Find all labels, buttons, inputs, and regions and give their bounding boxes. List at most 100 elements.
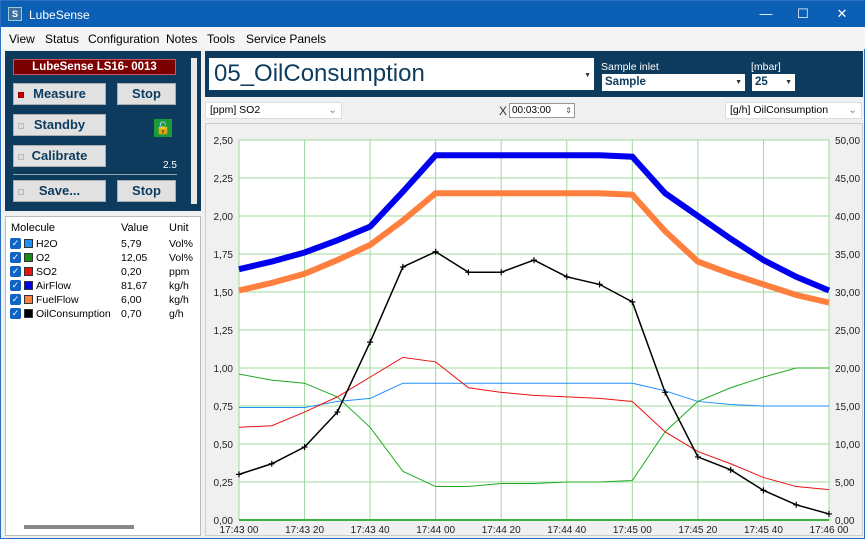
molecule-value: 0,70 <box>121 308 142 320</box>
column-header-unit[interactable]: Unit <box>169 222 189 234</box>
standby-button[interactable]: Standby <box>13 114 106 136</box>
molecule-unit: kg/h <box>169 294 189 306</box>
measure-status-led <box>18 92 24 98</box>
molecule-row-airflow[interactable]: ✓ AirFlow 81,67 kg/h <box>6 279 200 293</box>
molecule-row-fuelflow[interactable]: ✓ FuelFlow 6,00 kg/h <box>6 293 200 307</box>
chevron-down-icon: ⌄ <box>328 104 337 116</box>
calibrate-status-led <box>18 154 24 160</box>
dropdown-arrow-icon: ▼ <box>735 79 742 86</box>
right-y-tick-label: 30,00 <box>835 288 860 299</box>
left-y-tick-label: 1,50 <box>214 288 234 299</box>
molecule-row-so2[interactable]: ✓ SO2 0,20 ppm <box>6 265 200 279</box>
save-status-led <box>18 189 24 195</box>
time-series-chart[interactable]: 17:43 00 17:43 20 17:43 40 17:44 00 17:44 20… <box>206 124 862 536</box>
molecule-list: Molecule Value Unit ✓ H2O 5,79 Vol% ✓ O2 … <box>5 216 201 536</box>
pressure-value: 25 <box>755 76 768 88</box>
molecule-unit: Vol% <box>169 238 193 250</box>
molecule-name: AirFlow <box>36 280 72 292</box>
right-y-tick-label: 20,00 <box>835 364 860 375</box>
measure-stop-button[interactable]: Stop <box>117 83 176 105</box>
measure-button[interactable]: Measure <box>13 83 106 105</box>
device-name: LubeSense LS16- 0013 <box>13 59 176 75</box>
menu-view[interactable]: View <box>9 32 35 46</box>
left-y-tick-label: 1,75 <box>214 250 234 261</box>
sample-inlet-value: Sample <box>605 76 646 88</box>
right-y-tick-label: 0,00 <box>835 516 855 527</box>
right-y-tick-label: 15,00 <box>835 402 860 413</box>
menu-tools[interactable]: Tools <box>207 32 235 46</box>
menu-status[interactable]: Status <box>45 32 79 46</box>
left-y-tick-label: 1,00 <box>214 364 234 375</box>
molecule-unit: kg/h <box>169 280 189 292</box>
checkbox[interactable]: ✓ <box>10 238 21 249</box>
calibrate-button[interactable]: Calibrate <box>13 145 106 167</box>
molecule-unit: ppm <box>169 266 190 278</box>
panel-scrollbar[interactable] <box>191 58 197 204</box>
molecule-name: FuelFlow <box>36 294 79 306</box>
molecule-name: H2O <box>36 238 58 250</box>
horizontal-scrollbar[interactable] <box>24 525 134 529</box>
column-header-value[interactable]: Value <box>121 222 148 234</box>
molecule-name: SO2 <box>36 266 58 278</box>
color-swatch <box>24 239 33 248</box>
right-y-tick-label: 25,00 <box>835 326 860 337</box>
menu-service-panels[interactable]: Service Panels <box>246 32 326 46</box>
right-axis-select[interactable]: [g/h] OilConsumption ⌄ <box>725 102 862 119</box>
x-tick-label: 17:45 40 <box>744 525 783 535</box>
right-y-tick-label: 50,00 <box>835 136 860 147</box>
molecule-row-o2[interactable]: ✓ O2 12,05 Vol% <box>6 251 200 265</box>
x-tick-label: 17:44 40 <box>547 525 586 535</box>
checkbox[interactable]: ✓ <box>10 294 21 305</box>
save-button[interactable]: Save... <box>13 180 106 202</box>
checkbox[interactable]: ✓ <box>10 266 21 277</box>
maximize-icon[interactable]: ☐ <box>785 1 821 27</box>
left-axis-select[interactable]: [ppm] SO2 ⌄ <box>205 102 342 119</box>
color-swatch <box>24 309 33 318</box>
left-y-tick-label: 0,75 <box>214 402 234 413</box>
right-y-tick-label: 10,00 <box>835 440 860 451</box>
spinner-icon[interactable]: ⇕ <box>565 104 572 117</box>
left-y-tick-label: 2,50 <box>214 136 234 147</box>
molecule-unit: Vol% <box>169 252 193 264</box>
checkbox[interactable]: ✓ <box>10 280 21 291</box>
pressure-select[interactable]: 25 ▼ <box>752 74 795 91</box>
control-panel: LubeSense LS16- 0013 Measure Stop Standb… <box>5 51 201 211</box>
dropdown-arrow-icon[interactable]: ▼ <box>584 60 591 92</box>
molecule-value: 5,79 <box>121 238 142 250</box>
column-header-molecule[interactable]: Molecule <box>11 222 55 234</box>
measure-label: Measure <box>33 86 86 101</box>
left-y-tick-label: 2,25 <box>214 174 234 185</box>
checkbox[interactable]: ✓ <box>10 308 21 319</box>
sample-inlet-select[interactable]: Sample ▼ <box>602 74 745 91</box>
close-icon[interactable]: ✕ <box>824 1 860 27</box>
unlocked-padlock-icon[interactable]: 🔓 <box>154 119 172 137</box>
save-label: Save... <box>38 183 81 198</box>
pressure-label: [mbar] <box>751 61 781 73</box>
checkbox[interactable]: ✓ <box>10 252 21 263</box>
x-span-input[interactable]: 00:03:00 ⇕ <box>509 103 575 118</box>
save-stop-button[interactable]: Stop <box>117 180 176 202</box>
x-tick-label: 17:44 00 <box>416 525 455 535</box>
molecule-row-h2o[interactable]: ✓ H2O 5,79 Vol% <box>6 237 200 251</box>
standby-status-led <box>18 123 24 129</box>
window-title: LubeSense <box>29 8 90 22</box>
menu-configuration[interactable]: Configuration <box>88 32 159 46</box>
menu-notes[interactable]: Notes <box>166 32 197 46</box>
measurement-header: 05_OilConsumption ▼ Sample inlet Sample ▼ … <box>205 51 863 97</box>
color-swatch <box>24 253 33 262</box>
measurement-title-combo[interactable]: 05_OilConsumption ▼ <box>209 58 594 90</box>
version-label: 2.5 <box>163 160 177 171</box>
molecule-value: 12,05 <box>121 252 148 264</box>
color-swatch <box>24 295 33 304</box>
x-tick-label: 17:44 20 <box>482 525 521 535</box>
calibrate-label: Calibrate <box>31 148 88 163</box>
left-y-tick-label: 0,00 <box>214 516 234 527</box>
minimize-icon[interactable]: — <box>748 1 784 27</box>
dropdown-arrow-icon: ▼ <box>785 79 792 86</box>
x-tick-label: 17:45 20 <box>678 525 717 535</box>
left-y-tick-label: 1,25 <box>214 326 234 337</box>
right-axis-value: [g/h] OilConsumption <box>730 104 829 116</box>
left-y-tick-label: 2,00 <box>214 212 234 223</box>
molecule-row-oilconsumption[interactable]: ✓ OilConsumption 0,70 g/h <box>6 307 200 321</box>
standby-label: Standby <box>33 117 86 132</box>
